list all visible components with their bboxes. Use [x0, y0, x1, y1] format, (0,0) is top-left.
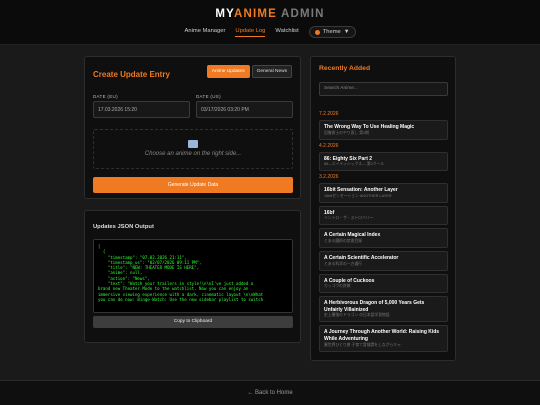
- anime-entry[interactable]: The Wrong Way To Use Healing Magic 回復術士の…: [319, 120, 448, 140]
- anime-entry-subtitle: 回復術士のやり直し 第2期: [324, 130, 369, 135]
- json-output-panel: Updates JSON Output [ { "timestamp": "07…: [84, 210, 301, 343]
- anime-selection-placeholder: Choose an anime on the right side...: [93, 129, 293, 169]
- anime-entry[interactable]: 16bit Sensation: Another Layer 16bitセンセー…: [319, 183, 448, 203]
- app-header: MYANIME ADMIN Anime Manager Update Log W…: [0, 0, 540, 45]
- anime-entry[interactable]: 16bf イントロ・ザ・ストロベリー: [319, 205, 448, 226]
- anime-entry-subtitle: イントロ・ザ・ストロベリー: [324, 216, 374, 221]
- json-output-code[interactable]: [ { "timestamp": "07.02.2026 21:11", "ti…: [93, 239, 293, 313]
- anime-entry-subtitle: 史上最強のドラゴン の日本語学習物語: [324, 313, 390, 318]
- anime-search-input[interactable]: Search Anime...: [319, 82, 448, 96]
- nav-watchlist[interactable]: Watchlist: [275, 28, 298, 36]
- anime-entry[interactable]: A Couple of Cuckoos カッコウの許嫁: [319, 273, 448, 294]
- anime-entry-subtitle: とある科学の一方通行: [324, 261, 362, 266]
- anime-entry-title: A Certain Scientific Accelerator: [324, 254, 399, 261]
- date-us-label: DATE (US): [196, 94, 221, 99]
- anime-entry[interactable]: 86: Eighty Six Part 2 86―エイティシックス― 第2クール: [319, 151, 448, 172]
- image-icon: [188, 140, 198, 148]
- anime-entry-subtitle: 16bitセンセーション ANOTHER LAYER: [324, 193, 392, 198]
- anime-entry-title: A Journey Through Another World: Raising…: [324, 329, 440, 342]
- recently-added-title: Recently Added: [319, 65, 371, 72]
- app-logo[interactable]: MYANIME ADMIN: [0, 8, 540, 20]
- logo-part-anime: ANIME: [233, 8, 277, 20]
- recently-added-panel: Recently Added Search Anime... 7.2.2026 …: [310, 56, 456, 361]
- anime-entry[interactable]: A Herbivorous Dragon of 5,000 Years Gets…: [319, 296, 448, 323]
- tab-general-news[interactable]: General News: [251, 65, 292, 78]
- choose-anime-text: Choose an anime on the right side...: [144, 151, 242, 157]
- nav-anime-manager[interactable]: Anime Manager: [184, 28, 225, 36]
- code-line: you can do now: Binge-Watch: Use the new…: [98, 296, 264, 302]
- theme-label: Theme: [322, 29, 341, 35]
- tab-anime-updates[interactable]: Anime Updates: [206, 65, 250, 78]
- logo-part-my: MY: [215, 8, 234, 20]
- date-heading: 4.2.2026: [319, 142, 339, 149]
- anime-entry-title: A Certain Magical Index: [324, 232, 381, 239]
- recent-list: 7.2.2026 The Wrong Way To Use Healing Ma…: [319, 109, 448, 355]
- anime-entry-subtitle: 異世界ひとり旅 子育て冒険譚をしながらキャ: [324, 342, 401, 347]
- anime-entry-subtitle: とある魔術の禁書目録: [324, 238, 362, 243]
- theme-button[interactable]: Theme ▼: [308, 26, 356, 38]
- entry-type-tabs: Anime Updates General News: [206, 65, 292, 78]
- generate-update-button[interactable]: Generate Update Data: [93, 177, 293, 193]
- anime-entry-title: A Herbivorous Dragon of 5,000 Years Gets…: [324, 300, 425, 313]
- theme-dot-icon: [314, 29, 320, 35]
- back-to-home-link[interactable]: ← Back to Home: [247, 390, 292, 396]
- anime-entry-title: 16bit Sensation: Another Layer: [324, 187, 398, 194]
- copy-to-clipboard-button[interactable]: Copy to Clipboard: [93, 316, 293, 328]
- anime-entry[interactable]: A Certain Magical Index とある魔術の禁書目録: [319, 228, 448, 248]
- json-output-title: Updates JSON Output: [93, 224, 154, 230]
- anime-entry-subtitle: カッコウの許嫁: [324, 284, 351, 289]
- date-eu-field[interactable]: 17.03.2026 15:20: [93, 101, 190, 118]
- nav-update-log[interactable]: Update Log: [235, 28, 266, 37]
- create-entry-panel: Create Update Entry Anime Updates Genera…: [84, 56, 301, 199]
- create-entry-title: Create Update Entry: [93, 70, 170, 79]
- date-heading: 7.2.2026: [319, 111, 339, 117]
- chevron-down-icon: ▼: [343, 29, 350, 35]
- anime-entry[interactable]: A Certain Scientific Accelerator とある科学の一…: [319, 250, 448, 271]
- date-us-field[interactable]: 03/17/2026 03:20 PM: [196, 101, 293, 118]
- page-footer: ← Back to Home: [0, 380, 540, 405]
- main-nav: Anime Manager Update Log Watchlist Theme…: [0, 26, 540, 38]
- logo-part-admin: ADMIN: [277, 8, 325, 20]
- anime-entry-title: The Wrong Way To Use Healing Magic: [324, 124, 415, 130]
- anime-entry-subtitle: 86―エイティシックス― 第2クール: [324, 162, 385, 167]
- date-eu-label: DATE (EU): [93, 94, 118, 99]
- date-heading: 3.2.2026: [319, 174, 339, 181]
- anime-entry[interactable]: A Journey Through Another World: Raising…: [319, 325, 448, 352]
